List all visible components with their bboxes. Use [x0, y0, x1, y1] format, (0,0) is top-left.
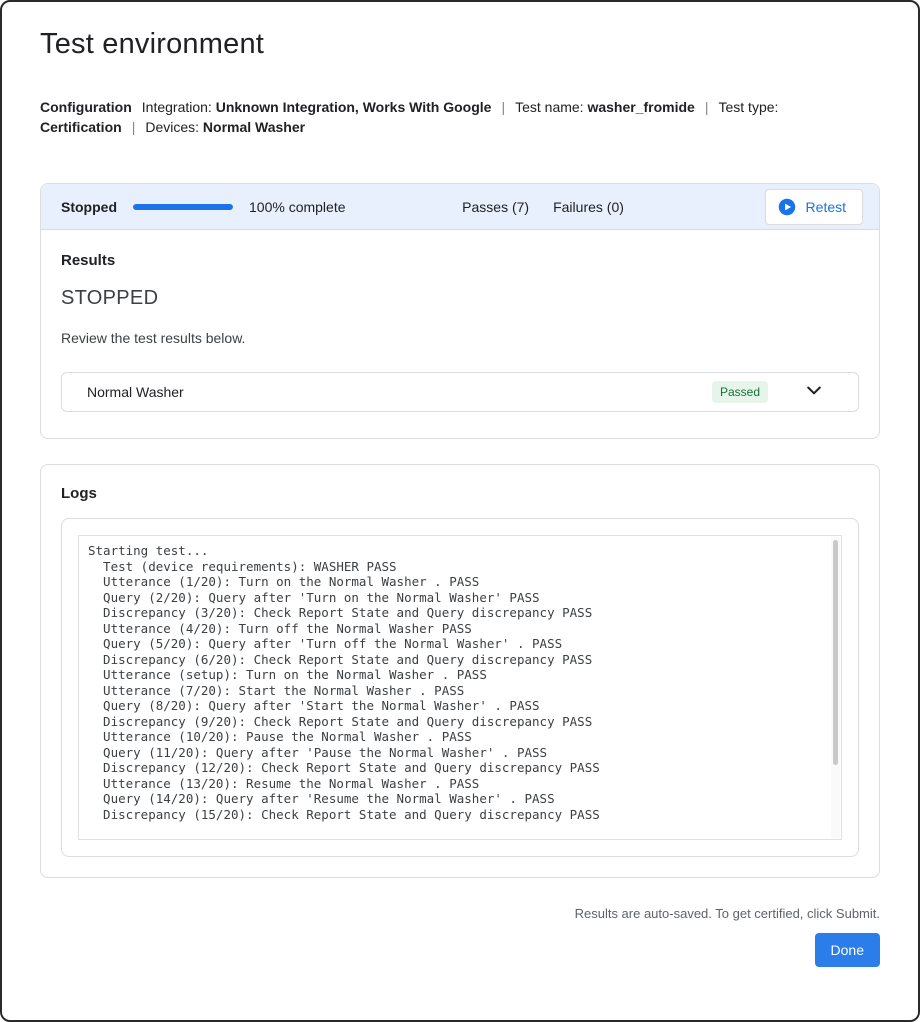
page-title: Test environment	[40, 28, 880, 61]
status-results-card: Stopped 100% complete Passes (7) Failure…	[40, 183, 880, 439]
config-separator: |	[705, 99, 709, 115]
results-heading: Results	[61, 252, 859, 269]
retest-button[interactable]: Retest	[765, 189, 863, 225]
passes-count: Passes (7)	[462, 199, 529, 215]
config-separator: |	[501, 99, 505, 115]
autosave-note: Results are auto-saved. To get certified…	[40, 906, 880, 921]
chevron-down-icon[interactable]	[804, 380, 824, 405]
footer-actions: Done	[40, 933, 880, 967]
config-integration-value: Unknown Integration, Works With Google	[216, 99, 492, 115]
play-icon	[778, 198, 796, 216]
failures-count: Failures (0)	[553, 199, 624, 215]
config-test-name-value: washer_fromide	[587, 99, 694, 115]
results-section: Results STOPPED Review the test results …	[41, 230, 879, 438]
log-output-box[interactable]: Starting test... Test (device requiremen…	[78, 535, 842, 840]
config-label: Configuration	[40, 99, 132, 115]
configuration-summary: Configuration Integration: Unknown Integr…	[40, 97, 880, 137]
test-environment-page: Test environment Configuration Integratio…	[0, 0, 920, 1022]
config-test-type-key: Test type:	[718, 99, 778, 115]
progress-bar-fill	[133, 204, 233, 210]
config-separator: |	[132, 119, 136, 135]
config-devices-key: Devices:	[145, 119, 199, 135]
config-devices-value: Normal Washer	[203, 119, 305, 135]
test-status-bar: Stopped 100% complete Passes (7) Failure…	[41, 184, 879, 230]
config-test-name-key: Test name:	[515, 99, 583, 115]
log-scrollbar-thumb[interactable]	[833, 540, 838, 765]
status-badge: Passed	[712, 381, 768, 403]
logs-panel: Starting test... Test (device requiremen…	[61, 518, 859, 857]
test-state-label: Stopped	[61, 199, 117, 215]
logs-section: Logs Starting test... Test (device requi…	[40, 464, 880, 878]
config-integration-key: Integration:	[142, 99, 212, 115]
log-output-text: Starting test... Test (device requiremen…	[88, 543, 825, 822]
results-status-text: STOPPED	[61, 287, 859, 310]
progress-bar	[133, 204, 233, 210]
progress-percent-label: 100% complete	[249, 199, 346, 215]
retest-button-label: Retest	[806, 199, 846, 215]
done-button[interactable]: Done	[815, 933, 880, 967]
results-description: Review the test results below.	[61, 330, 859, 346]
device-result-row[interactable]: Normal Washer Passed	[61, 372, 859, 412]
log-scrollbar[interactable]	[831, 537, 840, 838]
logs-heading: Logs	[61, 485, 859, 502]
config-test-type-value: Certification	[40, 119, 122, 135]
device-name: Normal Washer	[87, 384, 184, 400]
